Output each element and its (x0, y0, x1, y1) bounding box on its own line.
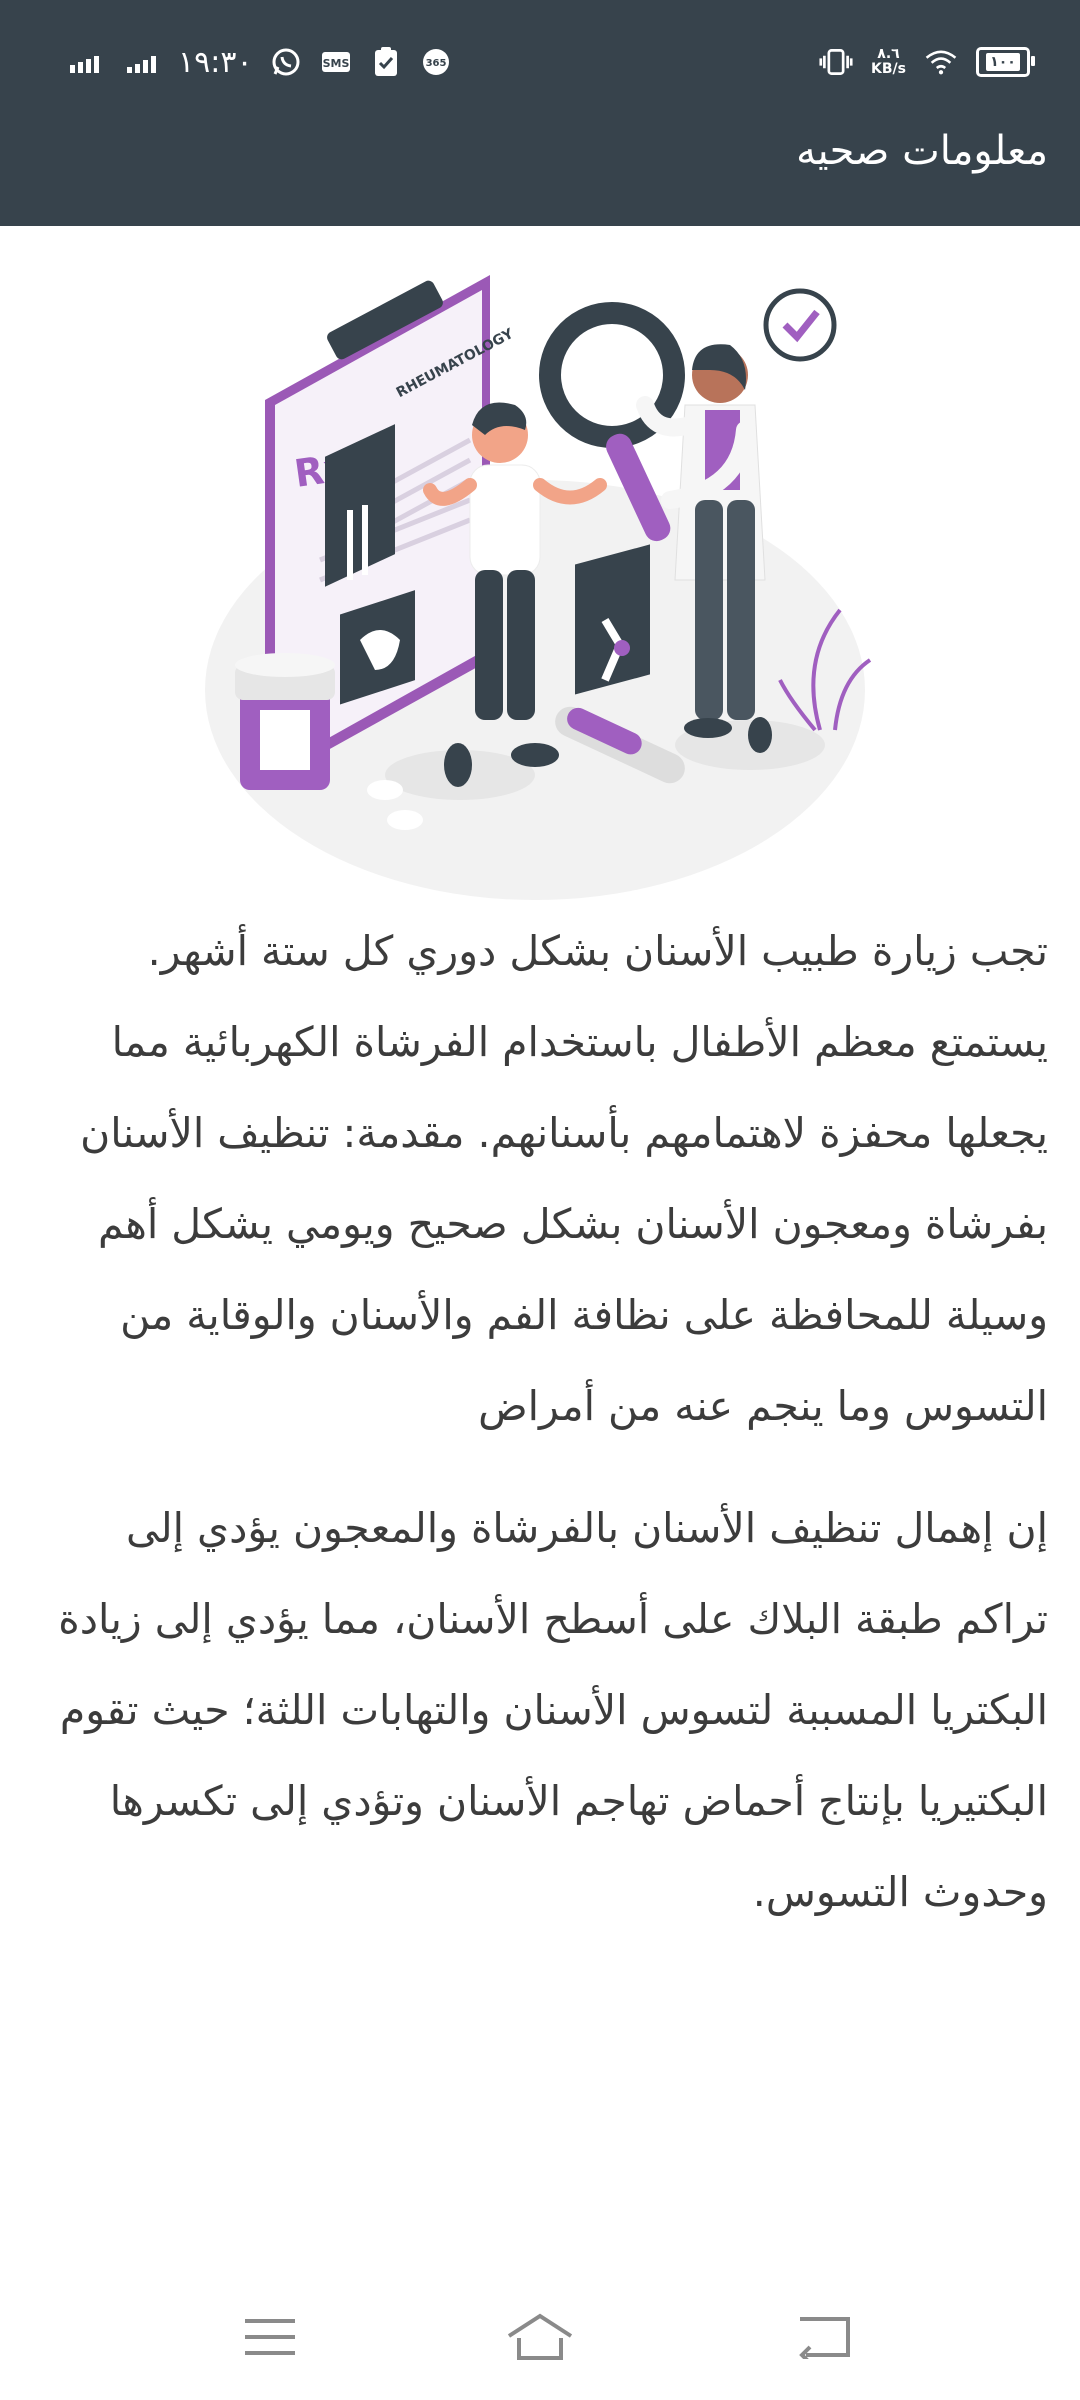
wifi-icon (924, 45, 958, 79)
article-body: تجب زيارة طبيب الأسنان بشكل دوري كل ستة … (26, 906, 1048, 1938)
network-speed-value: ٨.٦ (877, 46, 900, 62)
system-navigation-bar (0, 2290, 1080, 2380)
back-icon[interactable] (795, 2310, 855, 2364)
app-365-icon: 365 (419, 45, 453, 79)
status-bar: ١٩:٣٠ SMS 365 ٨.٦ KB/s ١٠٠ (0, 40, 1080, 84)
signal-icon (127, 51, 156, 73)
vibrate-icon (819, 45, 853, 79)
network-speed-unit: KB/s (871, 61, 906, 77)
sms-icon: SMS (319, 45, 353, 79)
clipboard-icon (369, 45, 403, 79)
battery-level: ١٠٠ (986, 53, 1020, 71)
health-illustration: Rx RHEUMATOLOGY (205, 275, 872, 900)
battery-icon: ١٠٠ (976, 47, 1035, 77)
network-speed: ٨.٦ KB/s (871, 47, 906, 77)
whatsapp-icon (269, 45, 303, 79)
svg-text:SMS: SMS (322, 57, 349, 70)
article-paragraph: إن إهمال تنظيف الأسنان بالفرشاة والمعجون… (58, 1504, 1048, 1916)
article-paragraph: تجب زيارة طبيب الأسنان بشكل دوري كل ستة … (80, 927, 1048, 1430)
status-left: ١٩:٣٠ SMS 365 (70, 40, 453, 84)
home-icon[interactable] (505, 2310, 575, 2364)
status-time: ١٩:٣٠ (178, 44, 253, 80)
signal-icon (70, 51, 99, 73)
menu-icon[interactable] (240, 2310, 300, 2364)
status-right: ٨.٦ KB/s ١٠٠ (819, 40, 1035, 84)
xray-knee (575, 544, 650, 695)
page-title: معلومات صحيه (796, 128, 1048, 174)
svg-text:365: 365 (425, 58, 446, 69)
app-header: ١٩:٣٠ SMS 365 ٨.٦ KB/s ١٠٠ معلومات صحيه (0, 0, 1080, 226)
